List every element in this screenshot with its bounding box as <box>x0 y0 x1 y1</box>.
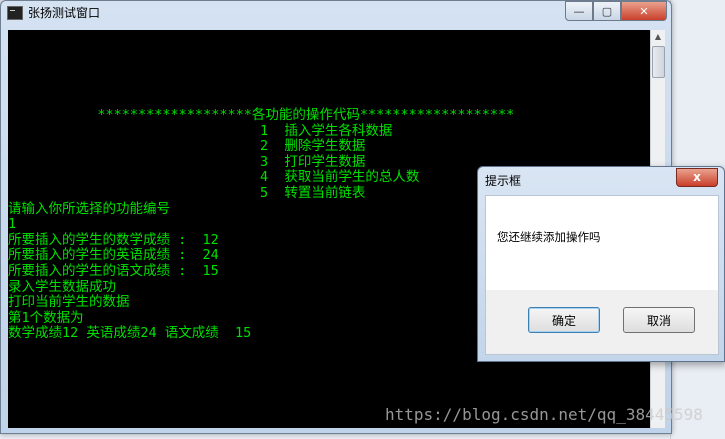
console-line: 录入学生数据成功 <box>8 278 116 295</box>
dialog-close-button[interactable]: x <box>676 168 718 187</box>
dialog-body: 您还继续添加操作吗 <box>485 195 719 291</box>
dialog-footer: 确定 取消 <box>485 290 719 355</box>
close-button[interactable]: ✕ <box>621 1 667 21</box>
console-line: 数学成绩12 英语成绩24 语文成绩 15 <box>8 325 252 342</box>
maximize-button[interactable]: ▢ <box>593 1 621 21</box>
scrollbar-thumb[interactable] <box>652 46 665 78</box>
console-line: 请输入你所选择的功能编号 <box>8 200 170 217</box>
console-line: 所要插入的学生的英语成绩 : 24 <box>8 247 219 264</box>
console-titlebar[interactable]: 张扬测试窗口 — ▢ ✕ <box>1 1 671 27</box>
window-controls: — ▢ ✕ <box>565 1 667 21</box>
minimize-button[interactable]: — <box>565 1 593 21</box>
console-line: 第1个数据为 <box>8 309 84 326</box>
dialog-title: 提示框 <box>485 174 522 188</box>
console-line: 所要插入的学生的数学成绩 : 12 <box>8 231 219 248</box>
console-line: 3 打印学生数据 <box>8 153 366 170</box>
console-line: 1 <box>8 216 17 233</box>
console-line: 2 删除学生数据 <box>8 138 366 155</box>
console-line: 1 插入学生各科数据 <box>8 122 393 139</box>
watermark-url: https://blog.csdn.net/qq_38445598 <box>385 405 703 424</box>
console-window-title: 张扬测试窗口 <box>28 6 101 20</box>
console-line: 4 获取当前学生的总人数 <box>8 169 420 186</box>
console-line: *******************各功能的操作代码*************… <box>8 106 515 123</box>
console-app-icon <box>7 6 23 20</box>
console-line: 5 转置当前链表 <box>8 184 366 201</box>
console-line: 打印当前学生的数据 <box>8 294 130 311</box>
console-line: 所要插入的学生的语文成绩 : 15 <box>8 262 219 279</box>
console-output-text: *******************各功能的操作代码*************… <box>8 30 514 342</box>
dialog-message: 您还继续添加操作吗 <box>497 230 601 244</box>
cancel-button[interactable]: 取消 <box>623 307 695 333</box>
prompt-dialog[interactable]: 提示框 x 您还继续添加操作吗 确定 取消 <box>477 166 725 362</box>
scroll-up-arrow-icon[interactable]: ▲ <box>651 30 665 44</box>
ok-button[interactable]: 确定 <box>528 307 600 333</box>
